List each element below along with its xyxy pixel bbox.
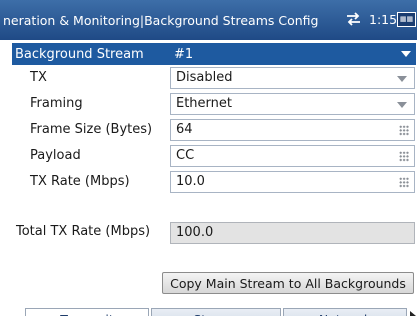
framing-value: Ethernet bbox=[176, 96, 232, 111]
title-bar: neration & Monitoring|Background Streams… bbox=[0, 0, 417, 40]
framing-dropdown[interactable]: Ethernet bbox=[170, 93, 415, 115]
frame-size-value: 64 bbox=[176, 122, 193, 137]
tx-rate-field[interactable]: 10.0 bbox=[170, 171, 415, 193]
tab-stream[interactable]: Stream bbox=[151, 308, 281, 316]
background-stream-selector[interactable]: Background Stream #1 bbox=[12, 43, 416, 65]
window-title: neration & Monitoring|Background Streams… bbox=[3, 12, 319, 28]
tx-rate-label: TX Rate (Mbps) bbox=[30, 174, 130, 189]
network-arrows-icon[interactable] bbox=[345, 12, 362, 26]
chevron-down-icon[interactable] bbox=[397, 76, 407, 82]
framing-label: Framing bbox=[30, 96, 83, 111]
tab-scroll-right-icon[interactable] bbox=[410, 311, 416, 316]
keypad-icon[interactable] bbox=[399, 151, 409, 162]
background-stream-label: Background Stream bbox=[15, 46, 144, 62]
tx-rate-value: 10.0 bbox=[176, 174, 205, 189]
keypad-icon[interactable] bbox=[399, 177, 409, 188]
total-tx-rate-label: Total TX Rate (Mbps) bbox=[16, 224, 151, 239]
tab-transmit[interactable]: Transmit bbox=[25, 308, 149, 316]
total-tx-rate-value: 100.0 bbox=[176, 225, 214, 240]
tx-label: TX bbox=[30, 70, 47, 85]
keyboard-icon[interactable]: ▦▦ bbox=[397, 12, 416, 27]
payload-value: CC bbox=[176, 148, 195, 163]
chevron-down-icon[interactable] bbox=[397, 102, 407, 108]
total-tx-rate-field: 100.0 bbox=[170, 222, 415, 244]
payload-label: Payload bbox=[30, 148, 81, 163]
clock: 1:15 bbox=[369, 12, 398, 27]
keypad-icon[interactable] bbox=[399, 125, 409, 136]
frame-size-field[interactable]: 64 bbox=[170, 119, 415, 141]
tab-network[interactable]: Network bbox=[283, 308, 407, 316]
payload-field[interactable]: CC bbox=[170, 145, 415, 167]
copy-main-stream-button[interactable]: Copy Main Stream to All Backgrounds bbox=[162, 272, 414, 294]
tx-value: Disabled bbox=[176, 70, 233, 85]
frame-size-label: Frame Size (Bytes) bbox=[30, 122, 153, 137]
tx-dropdown[interactable]: Disabled bbox=[170, 67, 415, 89]
chevron-down-icon[interactable] bbox=[401, 51, 411, 57]
background-stream-value: #1 bbox=[174, 46, 194, 62]
